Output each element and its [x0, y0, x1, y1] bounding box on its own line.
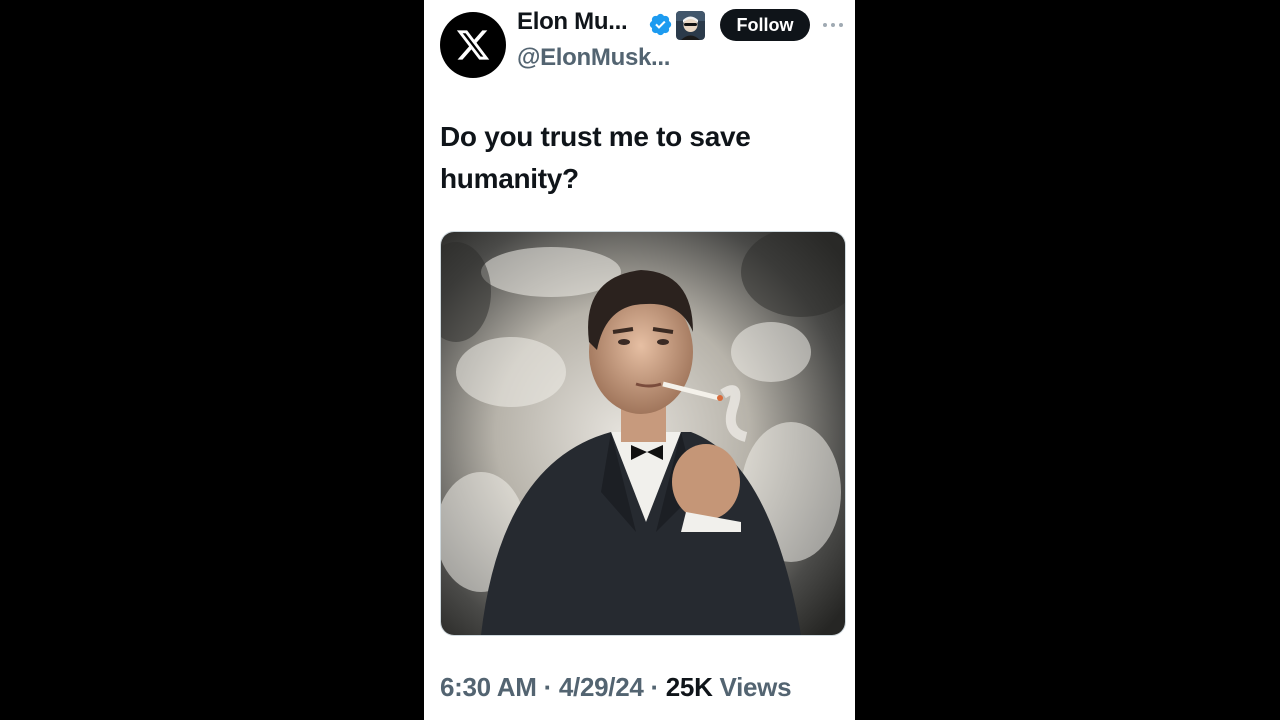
- tweet-text: Do you trust me to save humanity?: [440, 121, 751, 194]
- meta-separator: ·: [543, 672, 553, 702]
- follow-button[interactable]: Follow: [720, 9, 810, 41]
- tweet-meta: 6:30 AM · 4/29/24 · 25K Views: [440, 672, 792, 703]
- author-handle[interactable]: @ElonMusk...: [517, 44, 670, 72]
- more-horizontal-icon[interactable]: [822, 17, 844, 33]
- tweet-time[interactable]: 6:30 AM: [440, 672, 537, 702]
- views-label: Views: [719, 672, 792, 702]
- verified-badge-icon: [649, 13, 672, 36]
- portrait-illustration: [441, 232, 845, 635]
- tweet-card: Elon Mu... @ElonMusk... Follow Do you tr…: [424, 0, 855, 720]
- affiliate-badge-icon: [676, 11, 705, 40]
- tweet-media-image[interactable]: [440, 231, 846, 636]
- author-avatar[interactable]: [440, 12, 506, 78]
- author-display-name[interactable]: Elon Mu...: [517, 8, 628, 36]
- views-count: 25K: [665, 672, 713, 702]
- tweet-date[interactable]: 4/29/24: [559, 672, 644, 702]
- meta-separator: ·: [650, 672, 659, 702]
- x-logo-icon: [456, 30, 490, 60]
